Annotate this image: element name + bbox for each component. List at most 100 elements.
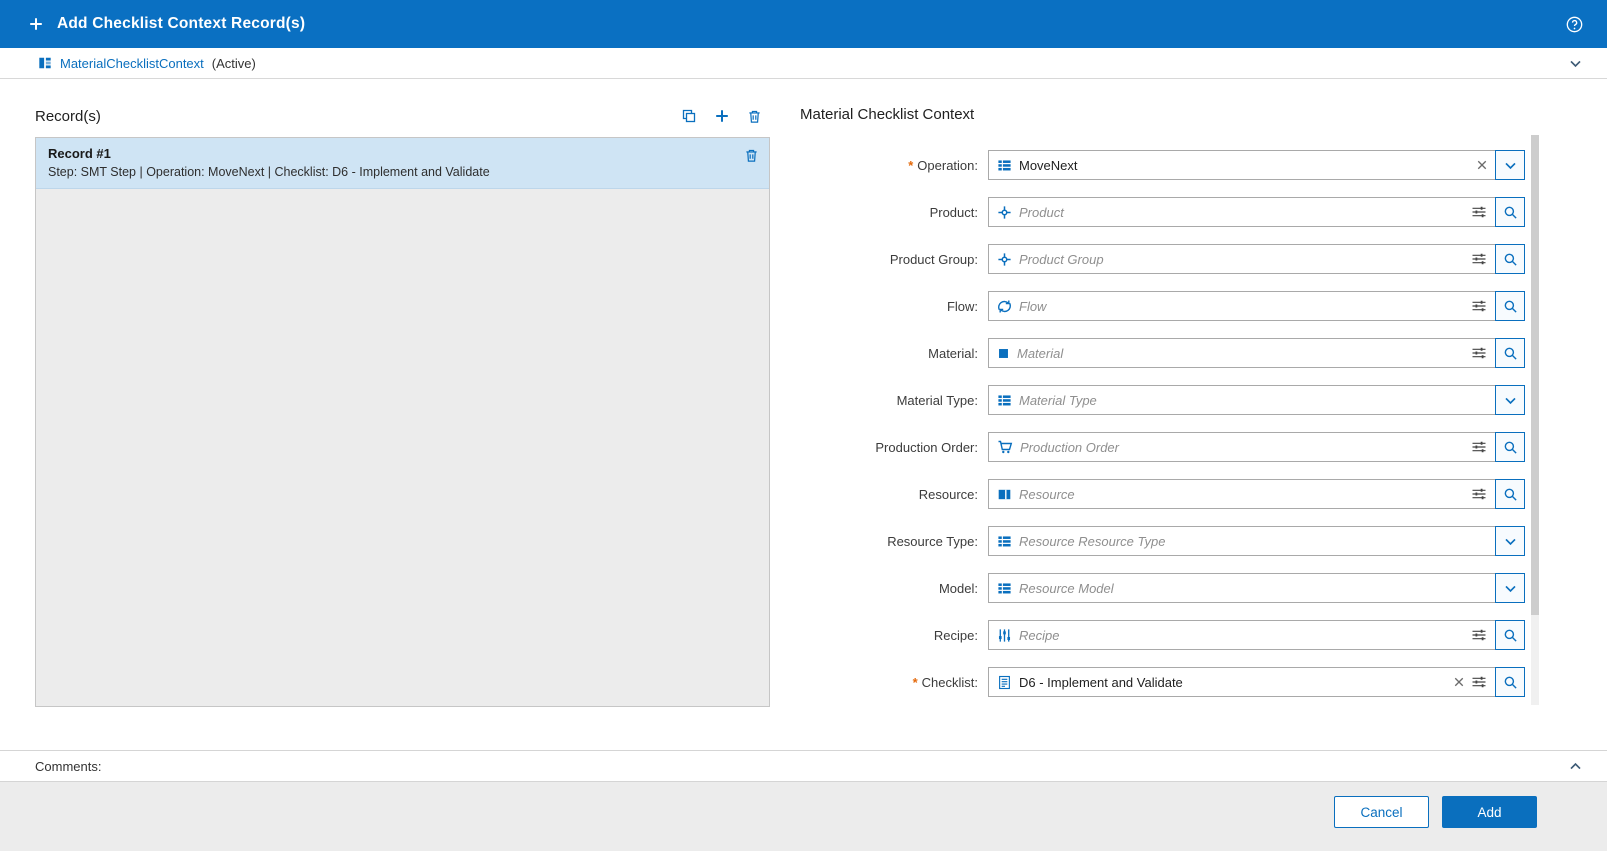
filter-icon[interactable]	[1471, 251, 1487, 267]
filter-icon[interactable]	[1471, 345, 1487, 361]
operation-input[interactable]: MoveNext	[988, 150, 1496, 180]
recipe-input[interactable]: Recipe	[988, 620, 1496, 650]
record-list-item[interactable]: Record #1 Step: SMT Step | Operation: Mov…	[36, 138, 769, 189]
flow-placeholder: Flow	[1019, 298, 1047, 314]
filter-icon[interactable]	[1471, 204, 1487, 220]
form-row-resource-type: Resource Type: Resource Resource Type	[800, 526, 1525, 556]
chevron-down-icon[interactable]	[1568, 56, 1583, 71]
clear-icon[interactable]	[1477, 160, 1487, 170]
add-checklist-context-dialog: Add Checklist Context Record(s) Material…	[0, 0, 1607, 851]
resource-type-placeholder: Resource Resource Type	[1019, 533, 1166, 549]
operation-value: MoveNext	[1019, 157, 1078, 173]
form-row-product-group: Product Group: Product Group	[800, 244, 1525, 274]
record-list: Record #1 Step: SMT Step | Operation: Mov…	[35, 137, 770, 707]
form-row-operation: * Operation: MoveNext	[800, 150, 1525, 180]
checklist-search-button[interactable]	[1495, 667, 1525, 697]
copy-record-button[interactable]	[681, 108, 697, 124]
records-toolbar	[681, 108, 770, 124]
records-panel: Record(s) Record #1 Step: SMT Step | Oper…	[35, 101, 770, 714]
resource-icon	[997, 487, 1012, 502]
filter-icon[interactable]	[1471, 298, 1487, 314]
add-icon	[28, 16, 44, 32]
main-content: Record(s) Record #1 Step: SMT Step | Oper…	[0, 79, 1607, 714]
sliders-icon	[997, 628, 1012, 643]
record-title: Record #1	[48, 146, 111, 161]
context-status: (Active)	[211, 55, 256, 71]
entity-icon	[38, 56, 52, 70]
filter-icon[interactable]	[1471, 486, 1487, 502]
material-placeholder: Material	[1017, 345, 1064, 361]
recipe-label: Recipe:	[933, 627, 978, 643]
rows-icon	[997, 158, 1012, 173]
flow-search-button[interactable]	[1495, 291, 1525, 321]
required-asterisk: *	[908, 157, 914, 173]
records-title: Record(s)	[35, 107, 101, 125]
production-order-input[interactable]: Production Order	[988, 432, 1496, 462]
add-button[interactable]: Add	[1442, 796, 1537, 828]
model-placeholder: Resource Model	[1019, 580, 1114, 596]
resource-type-input[interactable]: Resource Resource Type	[988, 526, 1496, 556]
record-subtitle: Step: SMT Step | Operation: MoveNext | C…	[48, 165, 490, 179]
form-panel: Material Checklist Context * Operation: Mo…	[800, 101, 1607, 714]
help-icon[interactable]	[1566, 16, 1583, 33]
trash-icon[interactable]	[744, 148, 759, 163]
checklist-label: * Checklist:	[912, 674, 978, 690]
clear-icon[interactable]	[1454, 677, 1464, 687]
material-search-button[interactable]	[1495, 338, 1525, 368]
resource-type-dropdown-button[interactable]	[1495, 526, 1525, 556]
chevron-up-icon[interactable]	[1568, 759, 1583, 774]
required-asterisk: *	[912, 674, 918, 690]
model-dropdown-button[interactable]	[1495, 573, 1525, 603]
product-group-input[interactable]: Product Group	[988, 244, 1496, 274]
operation-dropdown-button[interactable]	[1495, 150, 1525, 180]
filter-icon[interactable]	[1471, 439, 1487, 455]
cart-icon	[997, 439, 1013, 455]
product-placeholder: Product	[1019, 204, 1064, 220]
comments-bar: Comments:	[0, 750, 1607, 782]
form-title: Material Checklist Context	[800, 106, 975, 123]
form-rows: * Operation: MoveNext Product: Product Produc…	[800, 150, 1525, 697]
recipe-search-button[interactable]	[1495, 620, 1525, 650]
flow-icon	[997, 299, 1012, 314]
filter-icon[interactable]	[1471, 674, 1487, 690]
form-row-model: Model: Resource Model	[800, 573, 1525, 603]
material-type-input[interactable]: Material Type	[988, 385, 1496, 415]
rows-icon	[997, 393, 1012, 408]
form-row-recipe: Recipe: Recipe	[800, 620, 1525, 650]
add-record-button[interactable]	[714, 108, 730, 124]
product-group-search-button[interactable]	[1495, 244, 1525, 274]
rows-icon	[997, 581, 1012, 596]
context-entity-link[interactable]: MaterialChecklistContext	[60, 56, 204, 71]
checklist-input[interactable]: D6 - Implement and Validate	[988, 667, 1496, 697]
flow-input[interactable]: Flow	[988, 291, 1496, 321]
filter-icon[interactable]	[1471, 627, 1487, 643]
operation-label: * Operation:	[908, 157, 978, 173]
material-type-dropdown-button[interactable]	[1495, 385, 1525, 415]
titlebar: Add Checklist Context Record(s)	[0, 0, 1607, 48]
form-row-material: Material: Material	[800, 338, 1525, 368]
rows-icon	[997, 534, 1012, 549]
page-title: Add Checklist Context Record(s)	[57, 15, 306, 32]
comments-label: Comments:	[35, 758, 102, 774]
resource-search-button[interactable]	[1495, 479, 1525, 509]
material-input[interactable]: Material	[988, 338, 1496, 368]
model-input[interactable]: Resource Model	[988, 573, 1496, 603]
production-order-search-button[interactable]	[1495, 432, 1525, 462]
scrollbar-thumb[interactable]	[1531, 135, 1539, 615]
product-icon	[997, 205, 1012, 220]
delete-record-button[interactable]	[747, 108, 762, 124]
material-label: Material:	[928, 345, 978, 361]
form-row-flow: Flow: Flow	[800, 291, 1525, 321]
material-type-label: Material Type:	[896, 392, 978, 408]
product-search-button[interactable]	[1495, 197, 1525, 227]
product-label: Product:	[929, 204, 978, 220]
resource-label: Resource:	[918, 486, 978, 502]
product-input[interactable]: Product	[988, 197, 1496, 227]
records-header: Record(s)	[35, 105, 770, 127]
cancel-button[interactable]: Cancel	[1334, 796, 1429, 828]
resource-input[interactable]: Resource	[988, 479, 1496, 509]
footer: Cancel Add	[0, 782, 1607, 851]
form-scrollbar[interactable]	[1531, 135, 1539, 705]
form-row-product: Product: Product	[800, 197, 1525, 227]
model-label: Model:	[938, 580, 978, 596]
